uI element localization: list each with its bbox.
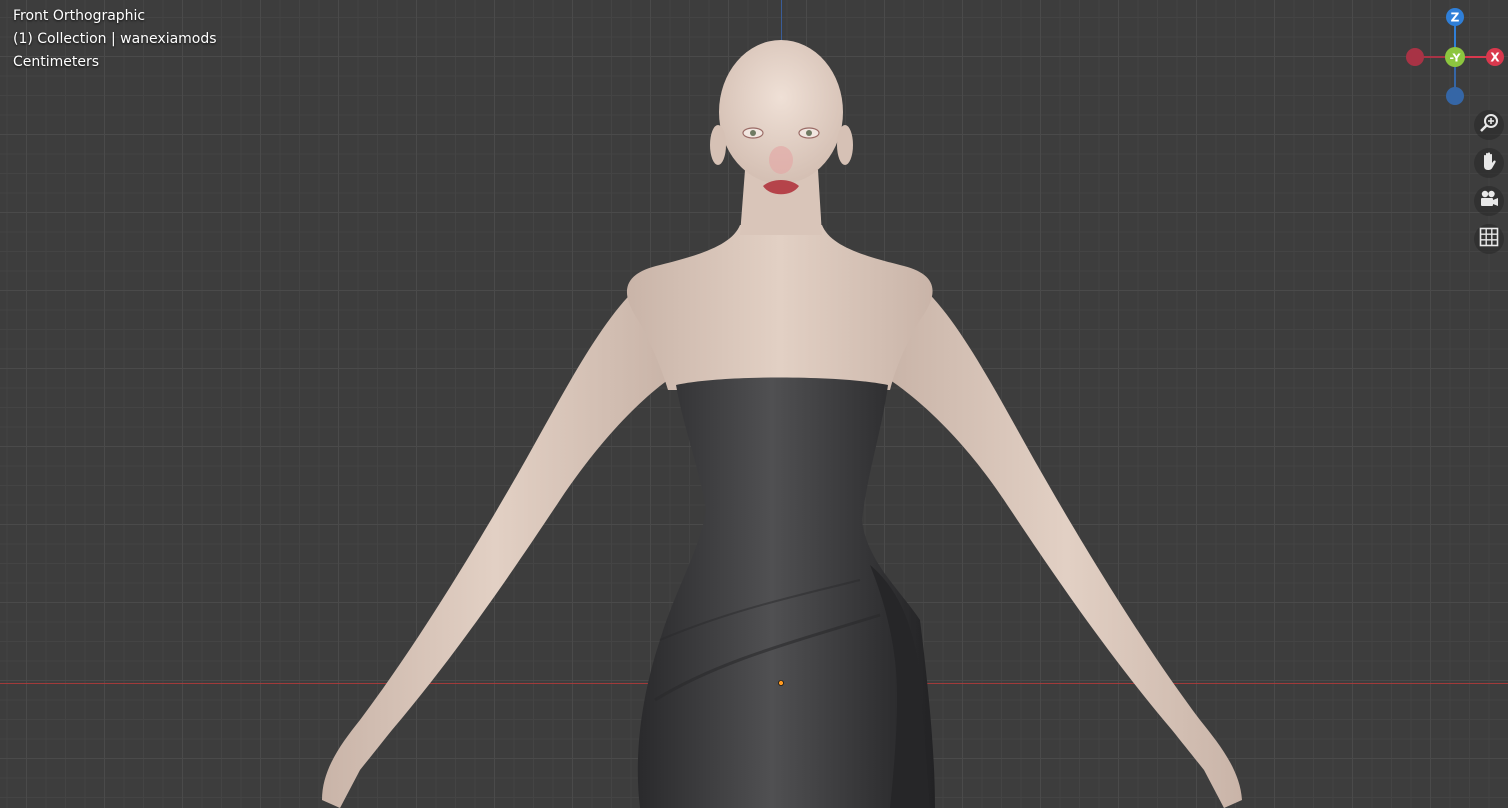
gizmo-x-label: X (1490, 51, 1500, 65)
origin-point (778, 680, 784, 686)
gizmo-x-neg[interactable] (1406, 48, 1424, 66)
nose-blush (769, 146, 793, 174)
gizmo-z-neg[interactable] (1446, 87, 1464, 105)
right-arm (890, 285, 1242, 808)
character-model[interactable] (0, 0, 1508, 808)
units-label: Centimeters (13, 54, 100, 70)
gizmo-z-label: Z (1451, 11, 1460, 25)
collection-info: (1) Collection | wanexiamods (13, 31, 217, 47)
torso (626, 225, 933, 390)
grid-icon (1478, 226, 1500, 252)
view-name: Front Orthographic (13, 8, 146, 24)
gizmo-y-label: -Y (1450, 52, 1462, 65)
pan-button[interactable] (1474, 148, 1504, 178)
zoom-button[interactable] (1474, 110, 1504, 140)
left-ear (710, 125, 726, 165)
ortho-toggle-button[interactable] (1474, 224, 1504, 254)
navigation-gizmo[interactable]: Z X -Y (1400, 4, 1508, 112)
right-ear (837, 125, 853, 165)
3d-viewport[interactable]: Front Orthographic (1) Collection | wane… (0, 0, 1508, 808)
zoom-icon (1478, 112, 1500, 138)
pan-hand-icon (1478, 150, 1500, 176)
camera-icon (1478, 188, 1500, 214)
camera-view-button[interactable] (1474, 186, 1504, 216)
left-arm (322, 285, 668, 808)
